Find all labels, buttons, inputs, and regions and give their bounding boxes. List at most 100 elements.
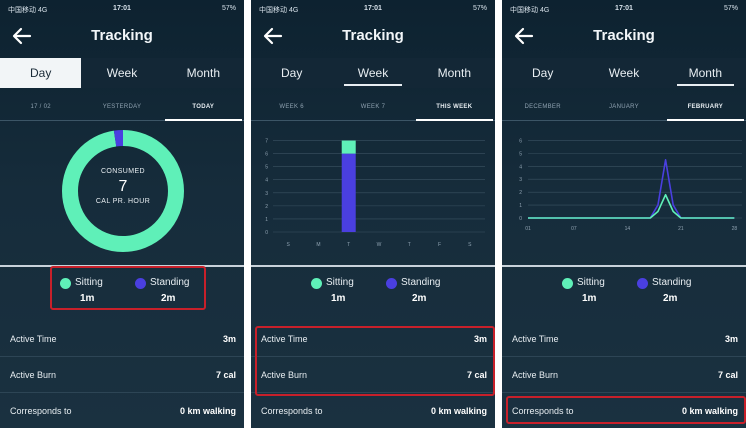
stat-value: 0 km walking (179, 406, 236, 416)
clock: 17:01 (113, 5, 131, 12)
y-tick-label: 1 (519, 203, 522, 209)
x-tick-label: M (316, 242, 320, 248)
line-standing (528, 159, 735, 219)
tab-week[interactable]: Week (332, 58, 413, 88)
highlight-box (506, 396, 746, 424)
x-tick-label: W (377, 242, 382, 248)
y-tick-label: 1 (265, 217, 268, 223)
subtab-february[interactable]: FEBRUARY (665, 96, 746, 121)
subtab-january[interactable]: JANUARY (583, 96, 664, 120)
panel-day: 中国移动 4G 17:01 57% Tracking Day Week Mont… (0, 0, 244, 428)
page-title: Tracking (342, 27, 404, 44)
legend-sitting-label: Sitting (577, 277, 605, 288)
weekly-bar-chart: 0 1 2 3 4 5 6 7 S M T W T F S (251, 128, 495, 263)
subtab-week-7[interactable]: WEEK 7 (332, 96, 413, 120)
x-tick-label: 14 (625, 226, 631, 232)
donut-label-top: CONSUMED (100, 168, 146, 175)
line-sitting (528, 193, 735, 219)
status-bar: 中国移动 4G 17:01 57% (251, 0, 495, 18)
x-tick-label: F (438, 242, 441, 248)
stat-label: Corresponds to (10, 406, 72, 416)
stat-value: 3m (724, 334, 738, 344)
period-tabs: Day Week Month (0, 58, 244, 88)
clock: 17:01 (364, 5, 382, 12)
date-subtabs: 17 / 02 YESTERDAY TODAY (0, 96, 244, 121)
legend: Sitting 1m Standing 2m (502, 272, 746, 312)
tab-month[interactable]: Month (665, 58, 746, 88)
y-tick-label: 3 (519, 177, 522, 183)
stat-label: Active Time (10, 334, 57, 344)
y-tick-label: 5 (519, 151, 522, 157)
subtab-date[interactable]: 17 / 02 (0, 96, 81, 120)
subtab-december[interactable]: DECEMBER (502, 96, 583, 120)
tab-week[interactable]: Week (583, 58, 664, 88)
stat-label: Active Burn (512, 370, 559, 380)
tab-month[interactable]: Month (414, 58, 495, 88)
x-tick-label: 28 (732, 226, 738, 232)
legend-standing-label: Standing (652, 277, 692, 288)
y-tick-label: 0 (519, 216, 522, 222)
stat-row: Active Burn 7 cal (502, 358, 746, 393)
x-tick-label: S (468, 242, 472, 248)
subtab-this-week[interactable]: THIS WEEK (414, 96, 495, 121)
stat-value: 7 cal (717, 370, 738, 380)
legend-standing-value: 2m (412, 293, 427, 304)
status-bar: 中国移动 4G 17:01 57% (502, 0, 746, 18)
stat-label: Active Burn (10, 370, 57, 380)
x-tick-label: 07 (571, 226, 577, 232)
week-subtabs: WEEK 6 WEEK 7 THIS WEEK (251, 96, 495, 121)
page-title: Tracking (91, 27, 153, 44)
stat-value: 7 cal (215, 370, 236, 380)
battery-level: 57% (221, 5, 236, 12)
standing-dot-icon (637, 278, 648, 289)
highlight-box (255, 326, 495, 396)
divider (251, 265, 495, 267)
tab-month[interactable]: Month (163, 58, 244, 88)
tab-day[interactable]: Day (0, 58, 82, 88)
app-header: Tracking (502, 18, 746, 56)
x-tick-label: T (347, 242, 350, 248)
stat-row: Corresponds to 0 km walking (0, 394, 244, 428)
subtab-week-6[interactable]: WEEK 6 (251, 96, 332, 120)
month-subtabs: DECEMBER JANUARY FEBRUARY (502, 96, 746, 121)
y-tick-label: 4 (519, 164, 522, 170)
subtab-today[interactable]: TODAY (163, 96, 244, 121)
donut-label-bottom: CAL PR. HOUR (95, 198, 151, 205)
y-tick-label: 0 (265, 230, 268, 236)
y-tick-label: 6 (519, 138, 522, 144)
sitting-dot-icon (562, 278, 573, 289)
stat-value: 3m (222, 334, 236, 344)
stat-label: Corresponds to (261, 406, 323, 416)
panel-week: 中国移动 4G 17:01 57% Tracking Day Week Mont… (251, 0, 495, 428)
tab-day[interactable]: Day (251, 58, 332, 88)
stat-row: Active Time 3m (0, 322, 244, 357)
legend-standing-label: Standing (401, 277, 441, 288)
x-tick-label: S (286, 242, 290, 248)
battery-level: 57% (472, 5, 487, 12)
donut-center: CONSUMED 7 CAL PR. HOUR (60, 168, 186, 205)
subtab-yesterday[interactable]: YESTERDAY (81, 96, 162, 120)
y-tick-label: 3 (265, 191, 268, 197)
stat-value: 0 km walking (430, 406, 487, 416)
y-tick-label: 2 (265, 204, 268, 210)
legend-standing-value: 2m (663, 293, 678, 304)
legend: Sitting 1m Standing 2m (0, 266, 244, 312)
y-tick-label: 5 (265, 165, 268, 171)
y-tick-label: 2 (519, 190, 522, 196)
tab-week[interactable]: Week (81, 58, 162, 88)
stat-row: Corresponds to 0 km walking (251, 394, 495, 428)
highlight-box (50, 266, 206, 310)
y-tick-label: 6 (265, 152, 268, 158)
sitting-dot-icon (311, 278, 322, 289)
x-tick-label: 01 (525, 226, 531, 232)
bar-sitting (341, 140, 356, 154)
donut-value: 7 (118, 178, 128, 195)
stat-label: Active Time (512, 334, 559, 344)
y-tick-label: 7 (265, 139, 268, 145)
page-title: Tracking (593, 27, 655, 44)
monthly-line-chart: 0 1 2 3 4 5 6 01 07 14 21 28 (502, 128, 746, 263)
tab-day[interactable]: Day (502, 58, 583, 88)
period-tabs: Day Week Month (502, 58, 746, 88)
legend: Sitting 1m Standing 2m (251, 272, 495, 312)
battery-level: 57% (723, 5, 738, 12)
